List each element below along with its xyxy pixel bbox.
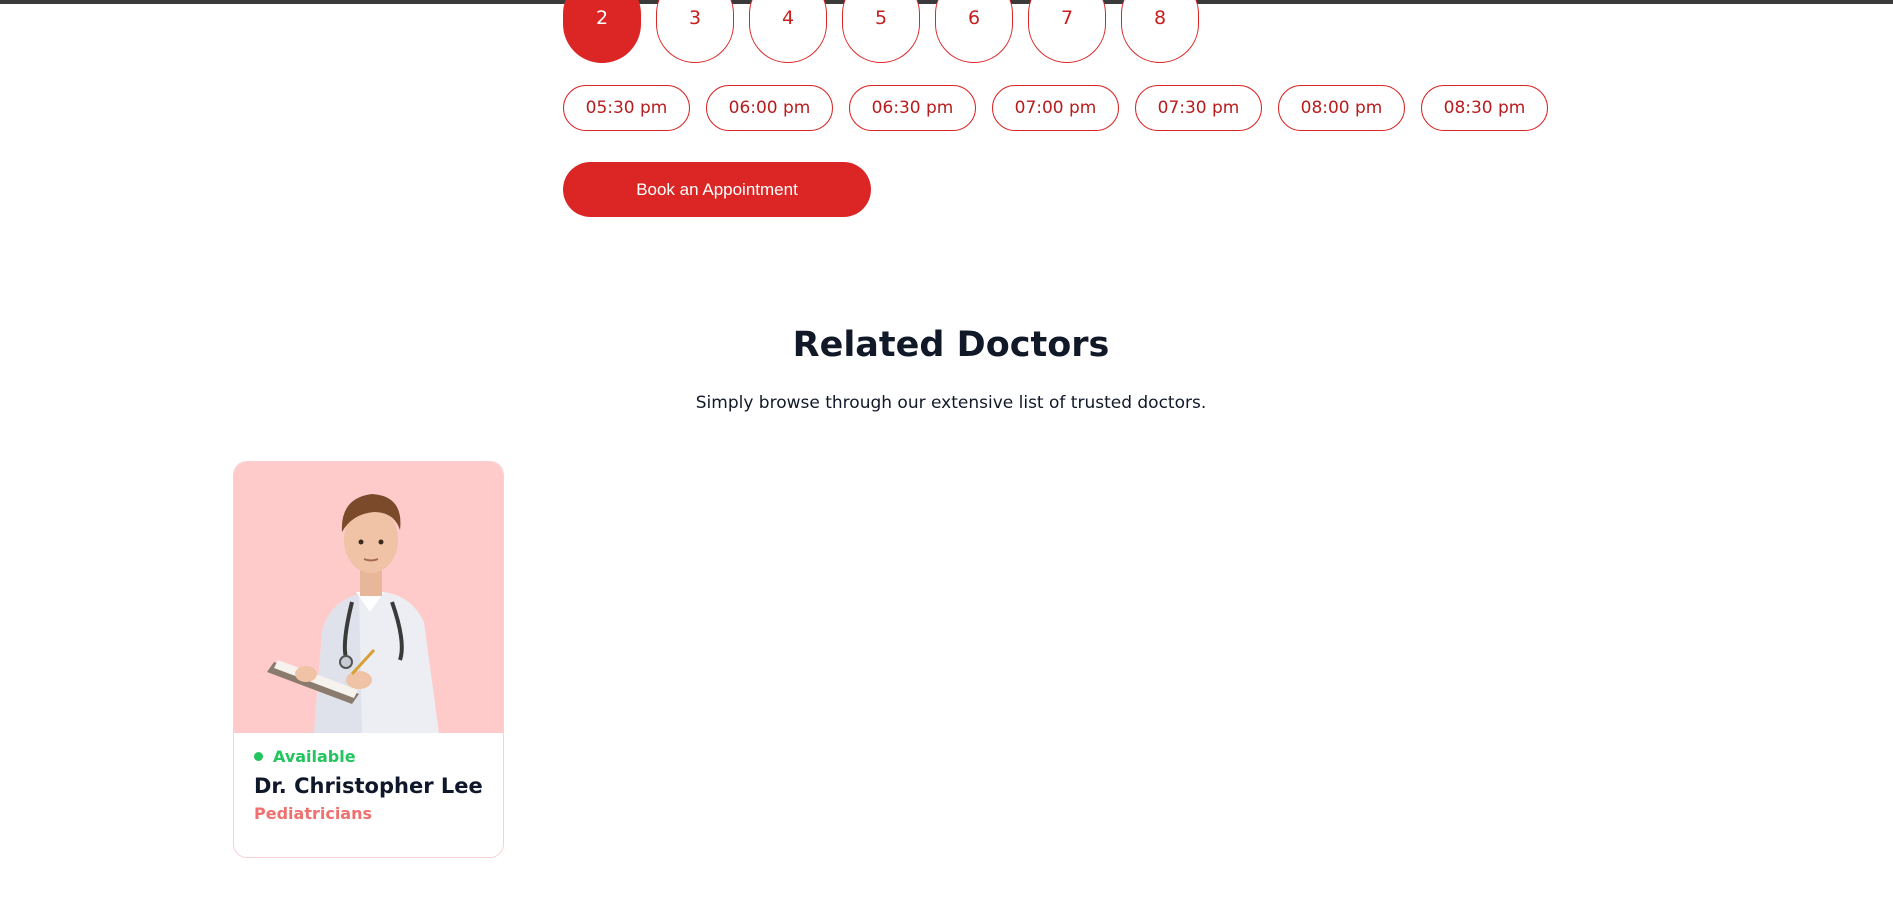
time-slot-button[interactable]: 08:00 pm (1278, 85, 1405, 131)
doctor-photo (234, 462, 503, 733)
book-appointment-button[interactable]: Book an Appointment (563, 162, 871, 217)
day-button-6[interactable]: 6 (935, 0, 1013, 63)
doctor-name: Dr. Christopher Lee (254, 774, 483, 798)
day-button-4[interactable]: 4 (749, 0, 827, 63)
day-button-5[interactable]: 5 (842, 0, 920, 63)
time-slot-button[interactable]: 06:30 pm (849, 85, 976, 131)
time-slot-button[interactable]: 05:30 pm (563, 85, 690, 131)
day-button-2[interactable]: 2 (563, 0, 641, 63)
doctor-illustration (267, 494, 439, 733)
time-slot-button[interactable]: 07:00 pm (992, 85, 1119, 131)
availability-label: Available (273, 747, 356, 766)
related-doctors-subtitle: Simply browse through our extensive list… (695, 393, 1207, 413)
time-slot-selector: 05:30 pm 06:00 pm 06:30 pm 07:00 pm 07:3… (563, 85, 1548, 131)
doctor-specialty: Pediatricians (254, 804, 373, 823)
time-slot-button[interactable]: 06:00 pm (706, 85, 833, 131)
day-button-8[interactable]: 8 (1121, 0, 1199, 63)
day-button-7[interactable]: 7 (1028, 0, 1106, 63)
related-doctors-title: Related Doctors (792, 325, 1110, 365)
day-button-3[interactable]: 3 (656, 0, 734, 63)
doctor-card[interactable]: Available Dr. Christopher Lee Pediatrici… (233, 461, 504, 858)
date-selector: 2 3 4 5 6 7 8 (563, 0, 1199, 63)
status-dot-icon (254, 752, 263, 761)
availability-status: Available (254, 747, 483, 766)
time-slot-button[interactable]: 08:30 pm (1421, 85, 1548, 131)
time-slot-button[interactable]: 07:30 pm (1135, 85, 1262, 131)
